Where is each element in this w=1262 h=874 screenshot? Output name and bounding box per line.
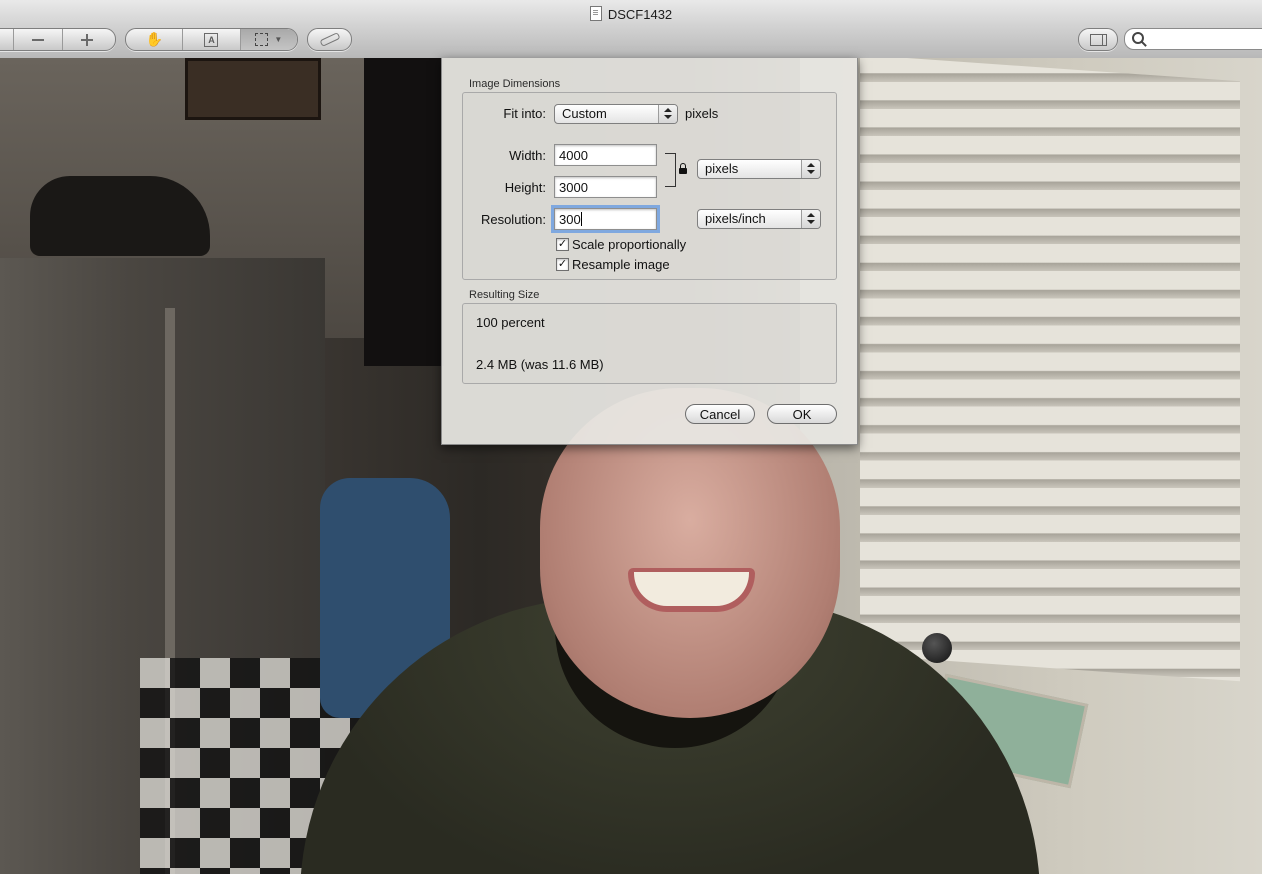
- document-icon: [589, 6, 602, 21]
- search-field[interactable]: [1124, 28, 1262, 50]
- width-field[interactable]: 4000: [554, 144, 657, 166]
- resulting-size-label: Resulting Size: [469, 289, 540, 301]
- scale-proportionally-checkbox[interactable]: ✓: [556, 238, 569, 251]
- annotate-icon: [318, 32, 341, 47]
- photo-mouth: [628, 568, 755, 612]
- size-unit-value: pixels: [705, 161, 739, 176]
- size-unit-popup[interactable]: pixels: [697, 159, 821, 179]
- result-percent: 100 percent: [476, 315, 545, 330]
- image-size-sheet: Image Dimensions Fit into: Custom pixels…: [441, 58, 858, 445]
- select-tool-button[interactable]: ▼: [240, 29, 297, 50]
- text-tool-button[interactable]: A: [183, 29, 241, 50]
- text-select-icon: A: [204, 32, 219, 47]
- hand-tool-icon: ✋: [145, 31, 163, 47]
- lock-icon[interactable]: [679, 163, 687, 174]
- result-file-size: 2.4 MB (was 11.6 MB): [476, 357, 604, 372]
- resolution-unit-value: pixels/inch: [705, 211, 766, 226]
- fit-into-popup[interactable]: Custom: [554, 104, 678, 124]
- fit-into-unit: pixels: [685, 106, 719, 121]
- sidebar-icon: [1089, 33, 1107, 46]
- zoom-out-button[interactable]: [14, 29, 63, 50]
- resolution-value: 300: [559, 212, 581, 227]
- hand-tool-button[interactable]: ✋: [126, 29, 184, 50]
- ok-button[interactable]: OK: [767, 404, 837, 424]
- sidebar-button[interactable]: [1079, 29, 1117, 50]
- search-icon: [1132, 32, 1144, 44]
- sidebar-button-group: [1078, 28, 1118, 51]
- image-dimensions-label: Image Dimensions: [469, 78, 561, 90]
- photo-louvers: [860, 58, 1240, 682]
- photo-bag: [30, 176, 210, 256]
- text-cursor: [580, 212, 582, 226]
- zoom-out-icon: [32, 38, 44, 41]
- fit-into-value: Custom: [562, 106, 607, 121]
- resolution-unit-popup[interactable]: pixels/inch: [697, 209, 821, 229]
- popup-arrows-icon: [801, 160, 820, 178]
- checkmark-icon: ✓: [557, 238, 568, 250]
- fit-into-label: Fit into:: [503, 106, 546, 121]
- scale-proportionally-label[interactable]: Scale proportionally: [572, 237, 686, 252]
- toolbar-left-button[interactable]: [0, 29, 14, 50]
- zoom-button-group: [0, 28, 116, 51]
- window-title-text: DSCF1432: [607, 7, 673, 22]
- annotate-button[interactable]: [308, 29, 351, 50]
- resample-image-label[interactable]: Resample image: [572, 257, 670, 272]
- photo-frame: [185, 58, 321, 120]
- cancel-button[interactable]: Cancel: [685, 404, 755, 424]
- checkmark-icon: ✓: [557, 258, 568, 270]
- annotate-button-group: [307, 28, 352, 51]
- rect-select-icon: [255, 33, 269, 46]
- resample-image-checkbox[interactable]: ✓: [556, 258, 569, 271]
- photo-curtain: [364, 58, 444, 366]
- proportion-bracket: [665, 153, 676, 187]
- window-title: DSCF1432: [0, 6, 1262, 22]
- resolution-label: Resolution:: [480, 212, 546, 227]
- zoom-in-icon: [81, 33, 93, 46]
- height-label: Height:: [504, 180, 546, 195]
- resolution-field[interactable]: 300: [554, 208, 657, 230]
- height-field[interactable]: 3000: [554, 176, 657, 198]
- tool-button-group: ✋ A ▼: [125, 28, 298, 51]
- popup-arrows-icon: [658, 105, 677, 123]
- width-label: Width:: [509, 148, 546, 163]
- chevron-down-icon: ▼: [274, 35, 283, 44]
- zoom-in-button[interactable]: [63, 29, 111, 50]
- popup-arrows-icon: [801, 210, 820, 228]
- window-titlebar: DSCF1432 ✋ A ▼: [0, 0, 1262, 59]
- photo-doorknob: [922, 633, 952, 663]
